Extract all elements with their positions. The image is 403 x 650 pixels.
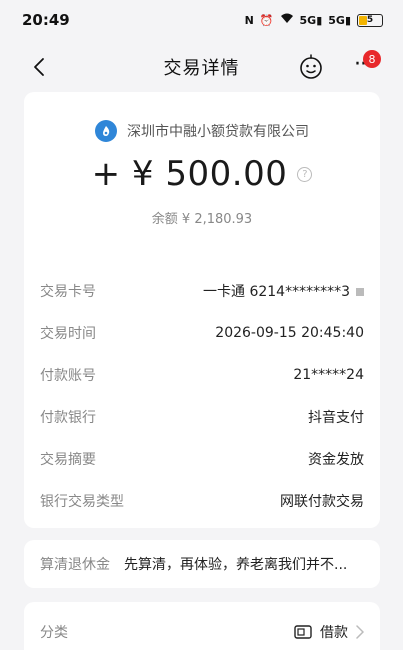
detail-value: 抖音支付 — [308, 410, 364, 426]
banner-text: 先算清，再体验，养老离我们并不... — [124, 557, 348, 573]
balance-text: 余额 ¥ 2,180.93 — [151, 212, 253, 227]
company-name: 深圳市中融小额贷款有限公司 — [127, 124, 309, 140]
signal-icon-2: 5G▮ — [328, 13, 351, 27]
details-list: 交易卡号 一卡通 6214********3 交易时间 2026-09-15 2… — [40, 270, 364, 522]
banner-label: 算清退休金 — [40, 557, 110, 573]
transaction-amount: + ¥ 500.00 — [91, 154, 288, 194]
company-logo-icon — [95, 120, 117, 142]
detail-value: 资金发放 — [308, 452, 364, 468]
detail-row-account: 付款账号 21*****24 — [40, 354, 364, 396]
status-time: 20:49 — [22, 11, 70, 29]
detail-row-summary: 交易摘要 资金发放 — [40, 438, 364, 480]
amount-row: + ¥ 500.00 ? — [24, 154, 380, 194]
detail-value: 2026-09-15 20:45:40 — [215, 325, 364, 341]
detail-value: 一卡通 6214********3 — [203, 281, 364, 301]
detail-row-bank: 付款银行 抖音支付 — [40, 396, 364, 438]
alarm-icon: ⏰ — [259, 13, 274, 27]
detail-row-type: 银行交易类型 网联付款交易 — [40, 480, 364, 522]
detail-label: 付款账号 — [40, 368, 96, 384]
chevron-right-icon — [356, 625, 364, 639]
detail-value: 网联付款交易 — [280, 494, 364, 510]
smile-icon — [300, 54, 322, 79]
battery-icon: 5 — [357, 13, 383, 27]
nav-bar: 交易详情 ··· 8 — [0, 44, 403, 90]
category-tag-icon — [294, 625, 312, 639]
chevron-left-icon — [34, 58, 44, 76]
status-bar: 20:49 N ⏰ 5G▮ 5G▮ 5 — [0, 0, 403, 40]
masked-block — [356, 288, 364, 296]
transaction-card: 深圳市中融小额贷款有限公司 + ¥ 500.00 ? 余额 ¥ 2,180.93… — [24, 92, 380, 528]
notification-badge: 8 — [363, 50, 381, 68]
wifi-icon — [280, 13, 294, 27]
detail-label: 交易卡号 — [40, 284, 96, 300]
back-button[interactable] — [28, 56, 50, 78]
nfc-icon: N — [244, 13, 254, 27]
help-icon[interactable]: ? — [297, 166, 313, 182]
company-row: 深圳市中融小额贷款有限公司 — [24, 120, 380, 142]
page-title: 交易详情 — [163, 58, 240, 79]
detail-label: 银行交易类型 — [40, 494, 124, 510]
detail-row-time: 交易时间 2026-09-15 20:45:40 — [40, 312, 364, 354]
detail-row-card: 交易卡号 一卡通 6214********3 — [40, 270, 364, 312]
detail-label: 交易摘要 — [40, 452, 96, 468]
detail-label: 付款银行 — [40, 410, 96, 426]
signal-icon-1: 5G▮ — [299, 13, 323, 27]
category-label: 分类 — [40, 625, 68, 641]
retirement-banner[interactable]: 算清退休金 先算清，再体验，养老离我们并不... — [24, 540, 380, 588]
category-value: 借款 — [320, 625, 348, 641]
customer-service-button[interactable] — [298, 54, 324, 80]
detail-value: 21*****24 — [293, 367, 364, 383]
category-selector[interactable]: 借款 — [294, 622, 364, 642]
more-button[interactable]: ··· 8 — [350, 50, 381, 80]
status-icons: N ⏰ 5G▮ 5G▮ 5 — [245, 13, 383, 27]
detail-label: 交易时间 — [40, 326, 96, 342]
category-row[interactable]: 分类 借款 — [24, 602, 380, 650]
